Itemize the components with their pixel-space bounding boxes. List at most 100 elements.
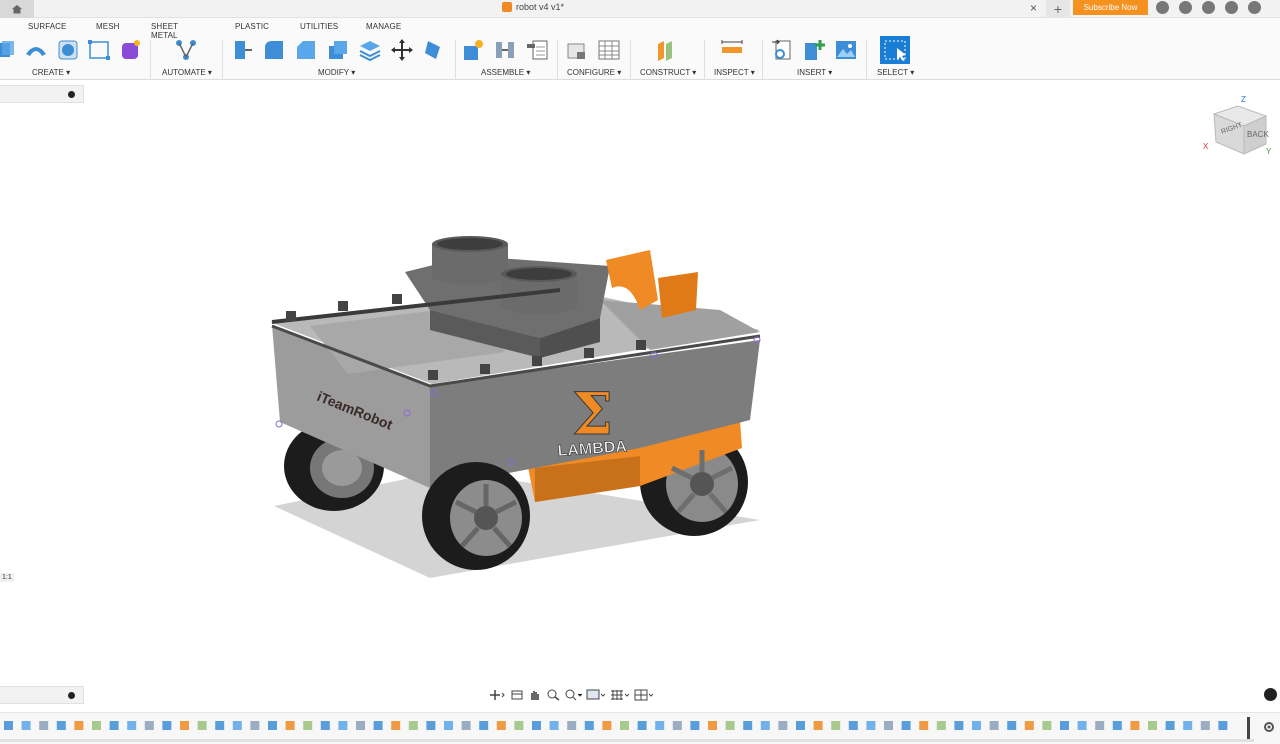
chamfer-icon[interactable] [294,38,318,62]
extrude-icon[interactable] [0,38,18,62]
modify-menu[interactable]: MODIFY ▾ [318,68,355,77]
tab-utilities[interactable]: UTILITIES [300,22,338,31]
timeline-feature-icon[interactable] [109,721,119,730]
select-menu[interactable]: SELECT ▾ [877,68,914,77]
timeline-feature-icon[interactable] [356,721,365,730]
timeline-feature-icon[interactable] [1218,721,1228,730]
timeline-feature-icon[interactable] [162,721,172,730]
job-status-icon[interactable] [1179,1,1192,14]
assemble-menu[interactable]: ASSEMBLE ▾ [481,68,530,77]
timeline-feature-icon[interactable] [1183,721,1193,730]
timeline-track[interactable] [0,739,1254,742]
timeline-feature-icon[interactable] [1148,721,1157,730]
notifications-icon[interactable] [1202,1,1215,14]
timeline-feature-icon[interactable] [567,721,577,730]
timeline-feature-icon[interactable] [479,721,489,730]
timeline-feature-icon[interactable] [743,721,753,730]
close-tab-button[interactable]: × [1030,1,1037,15]
shell-icon[interactable] [326,38,350,62]
form-icon[interactable] [119,38,143,62]
timeline-feature-icon[interactable] [444,721,453,730]
timeline-features[interactable] [2,719,1242,733]
timeline-feature-icon[interactable] [338,721,348,730]
timeline-feature-icon[interactable] [1042,721,1052,730]
timeline-feature-icon[interactable] [461,721,471,730]
timeline-feature-icon[interactable] [655,721,665,730]
tab-mesh[interactable]: MESH [96,22,120,31]
timeline-feature-icon[interactable] [532,721,541,730]
timeline-feature-icon[interactable] [1165,721,1175,730]
viewports-icon[interactable] [634,689,654,701]
create-menu[interactable]: CREATE ▾ [32,68,70,77]
orbit-icon[interactable] [488,689,506,701]
timeline-feature-icon[interactable] [848,721,858,730]
timeline-feature-icon[interactable] [602,721,612,730]
timeline-feature-icon[interactable] [197,721,207,730]
home-button[interactable] [0,0,34,18]
timeline-feature-icon[interactable] [690,721,700,730]
press-pull-icon[interactable] [230,38,254,62]
timeline-feature-icon[interactable] [831,721,841,730]
timeline-feature-icon[interactable] [813,721,823,730]
timeline-feature-icon[interactable] [884,721,893,730]
measure-icon[interactable] [720,38,744,62]
as-built-joint-icon[interactable] [525,38,549,62]
move-copy-icon[interactable] [390,38,414,62]
timeline-feature-icon[interactable] [1095,721,1105,730]
timeline-feature-icon[interactable] [1007,721,1017,730]
configuration-table-icon[interactable] [597,38,621,62]
timeline-marker[interactable] [1247,717,1250,739]
timeline-feature-icon[interactable] [408,721,418,730]
user-avatar[interactable] [1248,1,1261,14]
select-icon[interactable] [880,36,910,64]
timeline-feature-icon[interactable] [514,721,524,730]
timeline-feature-icon[interactable] [637,721,647,730]
timeline-feature-icon[interactable] [708,721,717,730]
construct-menu[interactable]: CONSTRUCT ▾ [640,68,696,77]
configure-menu[interactable]: CONFIGURE ▾ [567,68,621,77]
timeline-settings-icon[interactable] [1263,721,1275,733]
help-icon[interactable] [1225,1,1238,14]
timeline-feature-icon[interactable] [1024,721,1034,730]
subscribe-button[interactable]: Subscribe Now [1073,0,1148,15]
timeline-feature-icon[interactable] [1060,721,1069,730]
timeline-feature-icon[interactable] [672,721,682,730]
tab-manage[interactable]: MANAGE [366,22,401,31]
view-cube[interactable]: RIGHT BACK X Y Z [1200,92,1280,162]
timeline-feature-icon[interactable] [4,721,13,730]
timeline-feature-icon[interactable] [391,721,401,730]
timeline-feature-icon[interactable] [1077,721,1087,730]
display-settings-icon[interactable] [586,689,606,701]
new-component-icon[interactable] [461,38,485,62]
timeline-feature-icon[interactable] [496,721,506,730]
view-cube-back-face[interactable]: BACK [1247,130,1269,139]
timeline-feature-icon[interactable] [866,721,876,730]
timeline-feature-icon[interactable] [584,721,594,730]
fillet-icon[interactable] [262,38,286,62]
timeline-feature-icon[interactable] [21,721,31,730]
timeline-feature-icon[interactable] [919,721,929,730]
timeline-feature-icon[interactable] [1130,721,1140,730]
timeline-feature-icon[interactable] [954,721,964,730]
grid-settings-icon[interactable] [610,689,630,701]
appearance-icon[interactable] [422,38,446,62]
insert-derive-icon[interactable] [770,38,794,62]
look-at-icon[interactable] [510,689,524,701]
insert-mcmaster-icon[interactable] [802,38,826,62]
automate-icon[interactable] [174,38,198,62]
new-tab-button[interactable]: + [1046,0,1070,18]
joint-icon[interactable] [493,38,517,62]
timeline-feature-icon[interactable] [285,721,295,730]
timeline-feature-icon[interactable] [180,721,189,730]
insert-canvas-icon[interactable] [834,38,858,62]
timeline-feature-icon[interactable] [972,721,981,730]
timeline-feature-icon[interactable] [760,721,770,730]
timeline-feature-icon[interactable] [1200,721,1210,730]
fit-icon[interactable] [564,689,582,701]
timeline-feature-icon[interactable] [796,721,805,730]
timeline-feature-icon[interactable] [426,721,436,730]
timeline-feature-icon[interactable] [549,721,559,730]
timeline-feature-icon[interactable] [215,721,225,730]
insert-menu[interactable]: INSERT ▾ [797,68,832,77]
timeline-feature-icon[interactable] [1112,721,1122,730]
